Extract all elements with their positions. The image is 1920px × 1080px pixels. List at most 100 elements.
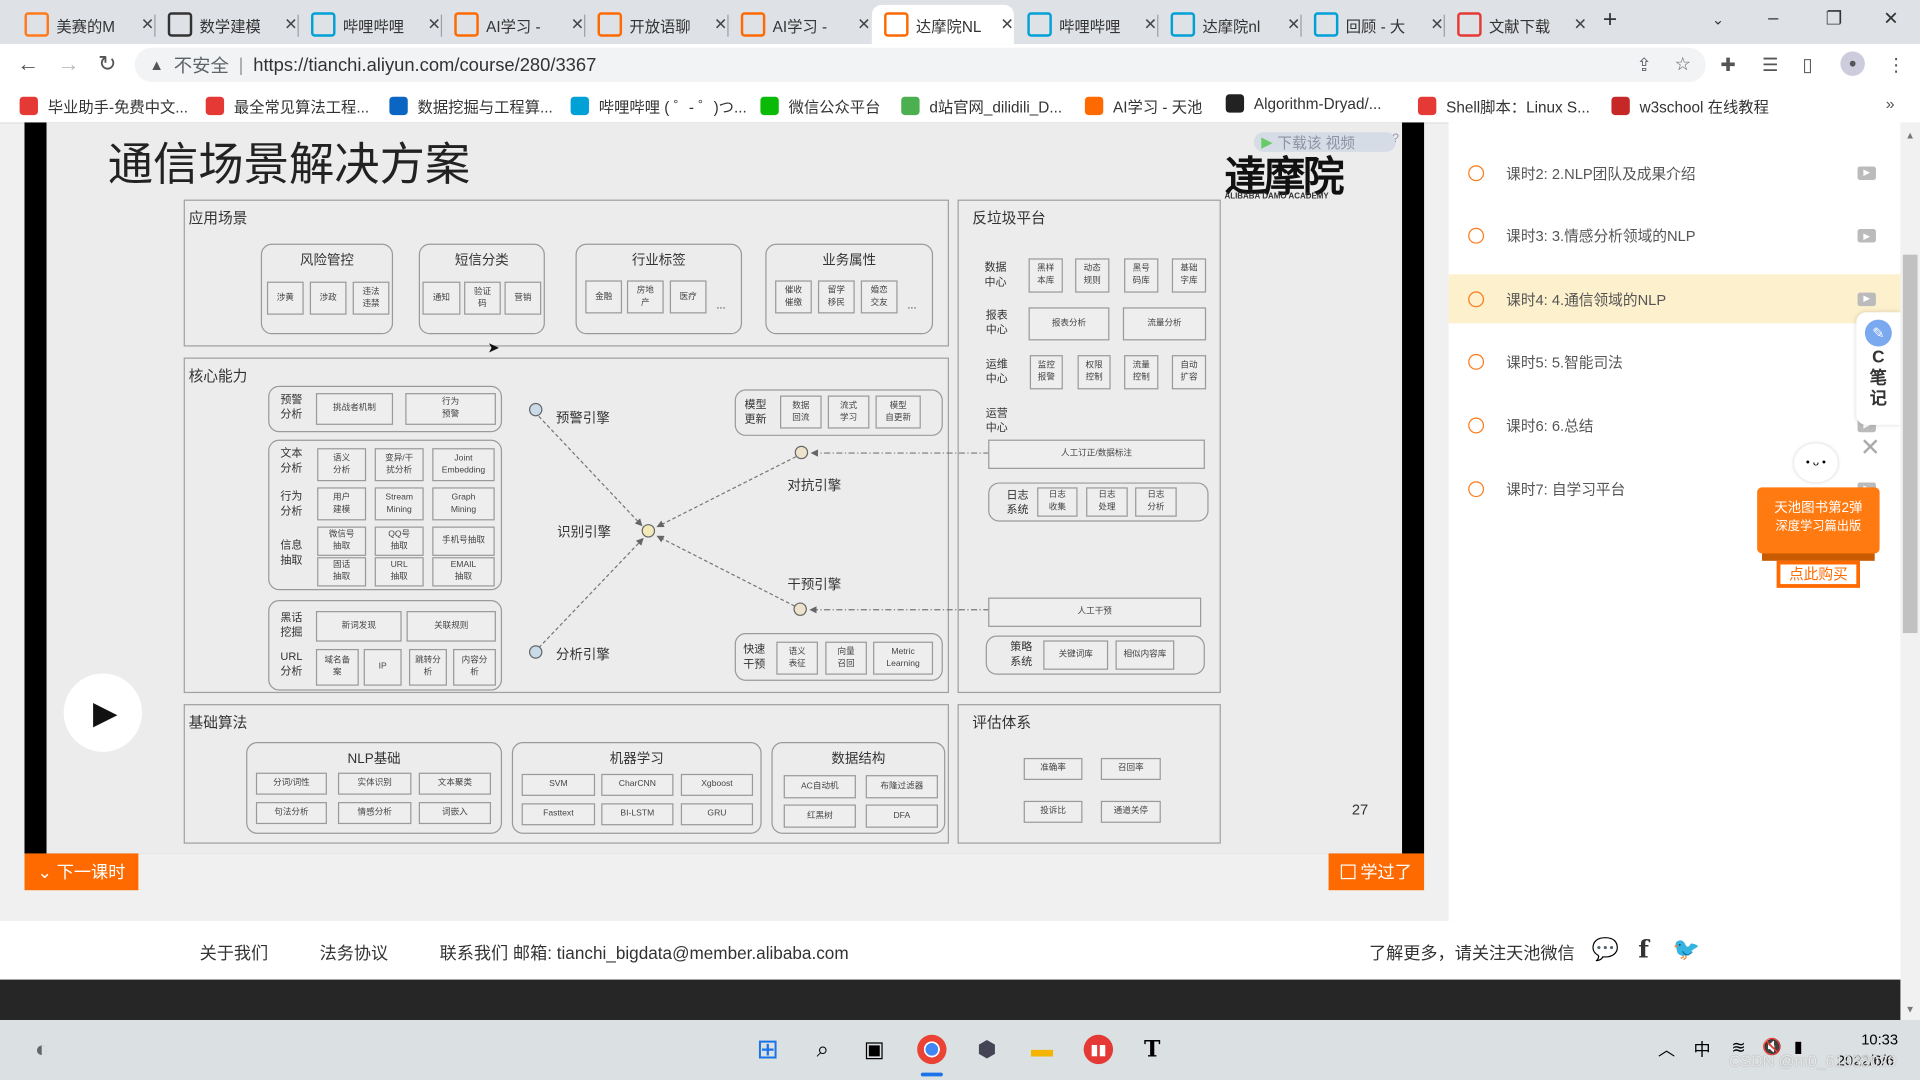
legal-link[interactable]: 法务协议 <box>320 940 389 964</box>
close-tab-icon[interactable]: ✕ <box>1574 15 1587 35</box>
bookmark-item[interactable]: Shell脚本：Linux S... <box>1417 94 1590 117</box>
bookmark-item[interactable]: 数据挖掘与工程算... <box>389 94 553 117</box>
close-tab-icon[interactable]: ✕ <box>857 15 870 35</box>
bookmark-item[interactable]: d站官网_dilidili_D... <box>901 94 1062 117</box>
separator: | <box>238 54 244 76</box>
diagram-box: 黑样 本库 <box>1028 258 1063 293</box>
reading-list-icon[interactable]: ☰ <box>1762 54 1778 76</box>
close-tab-icon[interactable]: ✕ <box>714 15 727 35</box>
about-us-link[interactable]: 关于我们 <box>200 940 269 964</box>
bookmark-item[interactable]: 微信公众平台 <box>760 94 880 117</box>
side-panel-icon[interactable]: ▯ <box>1802 54 1812 76</box>
wechat-icon[interactable]: 💬 <box>1592 937 1619 963</box>
lesson-item[interactable]: 课时5: 5.智能司法▶ <box>1449 338 1901 387</box>
identify-engine-node <box>641 524 656 538</box>
forward-button[interactable]: → <box>58 51 80 77</box>
close-tab-icon[interactable]: ✕ <box>284 15 297 35</box>
reload-button[interactable]: ↻ <box>98 51 116 77</box>
contact-email[interactable]: 联系我们 邮箱: tianchi_bigdata@member.alibaba.… <box>440 940 849 964</box>
facebook-icon[interactable]: f <box>1638 934 1649 963</box>
mark-learned-button[interactable]: 学过了 <box>1328 853 1425 891</box>
minimize-button[interactable]: – <box>1768 7 1778 28</box>
page-scrollbar[interactable]: ▲ ▼ <box>1900 122 1920 1021</box>
close-tab-icon[interactable]: ✕ <box>427 15 440 35</box>
close-tab-icon[interactable]: ✕ <box>1001 15 1014 35</box>
menu-icon[interactable]: ⋮ <box>1887 54 1905 76</box>
bilibili-icon <box>1313 12 1339 37</box>
scroll-up-arrow-icon[interactable]: ▲ <box>1905 130 1915 141</box>
scroll-down-arrow-icon[interactable]: ▼ <box>1905 1004 1915 1015</box>
tab-title: 哔哩哔哩 <box>1059 17 1121 35</box>
bookmark-item[interactable]: w3school 在线教程 <box>1611 94 1769 117</box>
bookmark-item[interactable]: AI学习 - 天池 <box>1084 94 1202 117</box>
restore-button[interactable]: ❐ <box>1826 7 1842 30</box>
close-window-button[interactable]: ✕ <box>1883 7 1898 30</box>
browser-tab[interactable]: 开放语聊 ✕ <box>585 5 727 44</box>
lesson-item[interactable]: 课时3: 3.情感分析领域的NLP ▶ <box>1449 211 1901 260</box>
scrollbar-thumb[interactable] <box>1902 254 1918 634</box>
engine-label: 对抗引擎 <box>787 478 842 494</box>
lesson-title: 课时2: 2.NLP团队及成果介绍 <box>1506 164 1696 182</box>
bookmark-item[interactable]: 毕业助手-免费中文... <box>19 94 188 117</box>
lesson-item[interactable]: 课时2: 2.NLP团队及成果介绍 ▶ <box>1449 148 1901 197</box>
chrome-icon[interactable] <box>917 1034 947 1065</box>
group-title: 机器学习 <box>609 751 664 767</box>
diagram-box: 基础 字库 <box>1171 258 1207 293</box>
play-button[interactable]: ▶ <box>63 673 143 752</box>
file-explorer-icon[interactable]: ▬ <box>1027 1035 1056 1064</box>
windows-start-icon[interactable]: ⊞ <box>753 1033 782 1064</box>
browser-tab[interactable]: AI学习 - ✕ <box>729 5 871 44</box>
close-tab-icon[interactable]: ✕ <box>1430 15 1443 35</box>
back-button[interactable]: ← <box>17 51 39 77</box>
browser-tab[interactable]: 达摩院nl ✕ <box>1158 5 1300 44</box>
lesson-item[interactable]: 课时4: 4.通信领域的NLP ▶ <box>1448 274 1901 324</box>
bookmark-item[interactable]: 最全常见算法工程... <box>205 94 369 117</box>
bookmark-label: d站官网_dilidili_D... <box>929 99 1063 117</box>
next-lesson-button[interactable]: ⌄ 下一课时 <box>24 853 139 891</box>
browser-tab[interactable]: AI学习 - ✕ <box>442 5 584 44</box>
close-tab-icon[interactable]: ✕ <box>1144 15 1157 35</box>
bookmark-item[interactable]: 哔哩哔哩 ( ゜- ゜)つ... <box>570 94 747 117</box>
browser-tab[interactable]: 文献下载 ✕ <box>1445 5 1587 44</box>
warning-icon: ▲ <box>149 56 164 74</box>
download-video-overlay[interactable]: ▶ 下载该 视频 <box>1253 132 1396 152</box>
ime-indicator[interactable]: 中 <box>1693 1037 1710 1061</box>
help-icon[interactable]: ? <box>1392 132 1399 145</box>
close-tab-icon[interactable]: ✕ <box>1287 15 1300 35</box>
bookmark-item[interactable]: Algorithm-Dryad/... <box>1225 94 1381 113</box>
twitter-icon[interactable]: 🐦 <box>1673 937 1700 963</box>
notes-widget[interactable]: ✎ C 笔 记 <box>1856 312 1901 425</box>
profile-avatar-icon[interactable]: ● <box>1840 51 1865 76</box>
weather-icon[interactable]: ◐ <box>27 1035 56 1064</box>
browser-tab[interactable]: 哔哩哔哩 ✕ <box>1015 5 1157 44</box>
browser-tab[interactable]: 美赛的M ✕ <box>12 5 154 44</box>
tab-search-chevron-icon[interactable]: ⌄ <box>1712 11 1724 28</box>
bookmark-favicon-icon <box>1084 96 1104 116</box>
show-hidden-icons-chevron[interactable]: ︿ <box>1658 1037 1675 1061</box>
search-icon[interactable]: ⌕ <box>808 1035 837 1064</box>
buy-now-button[interactable]: 点此购买 <box>1780 564 1857 585</box>
promo-banner[interactable]: • ᴗ • 天池图书第2弹 深度学习篇出版 点此购买 <box>1757 443 1880 592</box>
star-icon[interactable]: ☆ <box>1675 53 1691 75</box>
app-cube-icon[interactable]: ⬢ <box>972 1035 1001 1064</box>
browser-tab[interactable]: 达摩院NL ✕ <box>871 4 1014 45</box>
play-triangle-icon: ▶ <box>1261 133 1273 151</box>
new-tab-button[interactable]: + <box>1603 6 1617 34</box>
extensions-icon[interactable]: ✚ <box>1720 54 1735 76</box>
url-text[interactable]: https://tianchi.aliyun.com/course/280/33… <box>253 54 596 75</box>
browser-tab[interactable]: 哔哩哔哩 ✕ <box>299 5 441 44</box>
audio-app-icon[interactable]: ▮▮ <box>1083 1034 1114 1065</box>
more-bookmarks-icon[interactable]: » <box>1886 94 1895 112</box>
screen: 美赛的M ✕ 数学建模 ✕ 哔哩哔哩 ✕ AI学习 - ✕ 开放语聊 ✕ AI学习 - ✕ 达摩院NL ✕… <box>0 0 1920 1080</box>
clock-time[interactable]: 10:33 <box>1861 1031 1898 1048</box>
task-view-icon[interactable]: ▣ <box>860 1035 889 1064</box>
share-icon[interactable]: ⇪ <box>1636 54 1651 76</box>
browser-tab[interactable]: 回顾 - 大 ✕ <box>1302 5 1444 44</box>
browser-tab[interactable]: 数学建模 ✕ <box>156 5 298 44</box>
typora-icon[interactable]: T <box>1138 1035 1167 1064</box>
diagram-box: 实体识别 <box>337 772 412 795</box>
address-bar[interactable]: ▲ 不安全 | https://tianchi.aliyun.com/cours… <box>134 47 1706 83</box>
close-tab-icon[interactable]: ✕ <box>141 15 154 35</box>
bookmark-favicon-icon <box>1225 94 1245 113</box>
close-tab-icon[interactable]: ✕ <box>571 15 584 35</box>
